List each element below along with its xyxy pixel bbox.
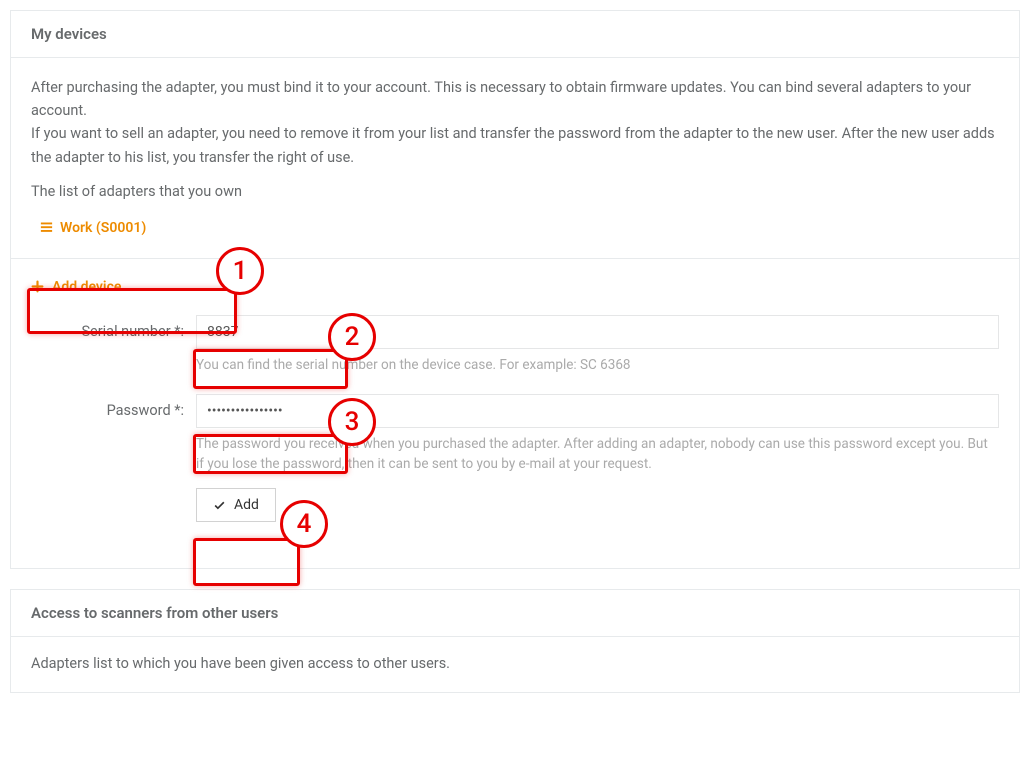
plus-icon bbox=[31, 280, 44, 293]
device-item-label: Work (S0001) bbox=[60, 220, 146, 236]
serial-input[interactable] bbox=[196, 315, 999, 349]
panel-title: My devices bbox=[11, 11, 1019, 58]
add-device-link[interactable]: Add device bbox=[31, 279, 121, 295]
access-panel-title: Access to scanners from other users bbox=[11, 590, 1019, 637]
check-icon bbox=[213, 499, 226, 512]
serial-row: Serial number *: You can find the serial… bbox=[31, 315, 999, 375]
password-label: Password *: bbox=[31, 394, 196, 419]
owned-list-label: The list of adapters that you own bbox=[31, 183, 999, 200]
password-row: Password *: The password you received wh… bbox=[31, 394, 999, 475]
device-icon bbox=[39, 220, 54, 235]
add-button-label: Add bbox=[234, 497, 259, 513]
my-devices-panel: My devices After purchasing the adapter,… bbox=[10, 10, 1020, 569]
password-input[interactable] bbox=[196, 394, 999, 428]
device-item-work[interactable]: Work (S0001) bbox=[31, 214, 154, 244]
access-panel: Access to scanners from other users Adap… bbox=[10, 589, 1020, 693]
add-button[interactable]: Add bbox=[196, 488, 276, 522]
access-panel-body: Adapters list to which you have been giv… bbox=[31, 655, 999, 672]
serial-hint: You can find the serial number on the de… bbox=[196, 355, 999, 375]
submit-row: Add bbox=[31, 488, 999, 522]
password-hint: The password you received when you purch… bbox=[196, 434, 999, 475]
serial-label: Serial number *: bbox=[31, 315, 196, 340]
intro-text: After purchasing the adapter, you must b… bbox=[31, 76, 999, 169]
add-device-label: Add device bbox=[52, 279, 121, 295]
